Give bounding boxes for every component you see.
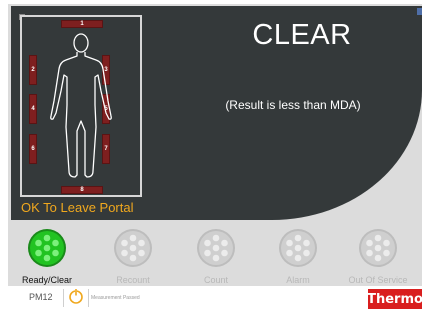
detector-2: 2 [29, 55, 37, 85]
detector-8: 8 [61, 186, 103, 194]
status-label: Alarm [286, 275, 310, 285]
status-lamp-icon [114, 229, 152, 267]
measurement-status: Measurement Passed [91, 295, 140, 301]
detector-6: 6 [29, 134, 37, 164]
status-bar: PM12 Measurement Passed Thermo [0, 287, 422, 312]
status-panel: 1 2 3 4 5 6 7 8 CLEAR (Result is less th… [11, 6, 422, 220]
detector-number: 2 [31, 67, 35, 73]
detector-number: 6 [31, 146, 35, 152]
portal-message: OK To Leave Portal [21, 200, 134, 215]
human-silhouette-icon [50, 33, 112, 178]
status-label: Out Of Service [348, 275, 408, 285]
status-lamp-icon [197, 229, 235, 267]
detector-layout: 1 2 3 4 5 6 7 8 [20, 15, 142, 197]
status-recount: Recount [93, 228, 173, 286]
divider [88, 289, 89, 307]
detector-number: 4 [31, 106, 35, 112]
status-indicators: Ready/Clear Recount Count Alarm Out Of S… [8, 228, 422, 286]
corner-marker [417, 8, 422, 15]
status-alarm: Alarm [258, 228, 338, 286]
status-label: Ready/Clear [21, 275, 73, 285]
status-lamp-icon [28, 229, 66, 267]
detector-number: 8 [80, 187, 84, 193]
detector-4: 4 [29, 94, 37, 124]
result-note: (Result is less than MDA) [225, 98, 361, 112]
status-label: Count [203, 275, 229, 285]
status-lamp-icon [359, 229, 397, 267]
power-icon [69, 288, 83, 304]
status-label: Recount [116, 275, 150, 285]
status-lamp-icon [279, 229, 317, 267]
status-ready-clear: Ready/Clear [8, 228, 87, 286]
status-count: Count [176, 228, 256, 286]
detector-1: 1 [61, 20, 103, 28]
detector-number: 1 [80, 21, 84, 27]
status-out-of-service: Out Of Service [338, 228, 418, 286]
portal-monitor-screen: 1 2 3 4 5 6 7 8 CLEAR (Result is less th… [8, 4, 422, 286]
result-title: CLEAR [252, 19, 352, 51]
monitor-id: PM12 [29, 292, 53, 302]
divider [63, 289, 64, 307]
brand-logo: Thermo [367, 289, 422, 309]
